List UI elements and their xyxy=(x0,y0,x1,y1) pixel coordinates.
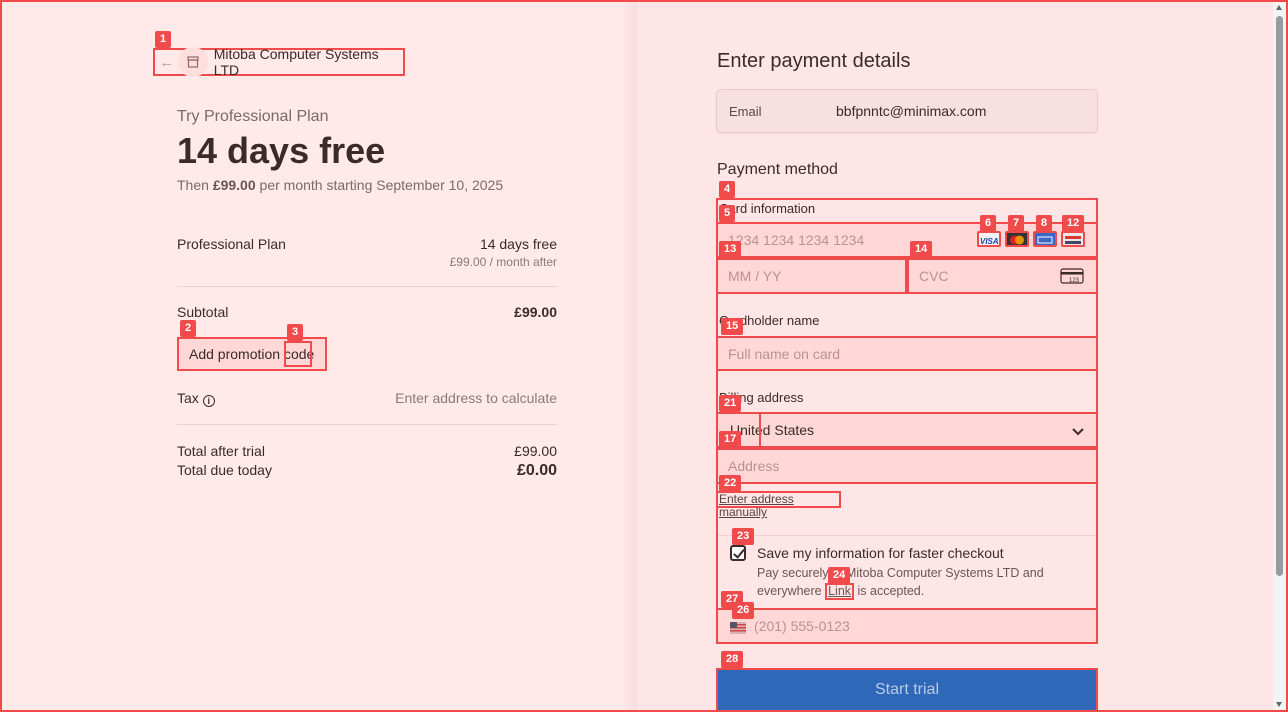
annotation-tag: 6 xyxy=(980,215,997,232)
annotation-tag: 24 xyxy=(828,567,851,584)
total-after-label: Total after trial xyxy=(177,443,265,459)
trial-then-text: Then £99.00 per month starting September… xyxy=(177,177,503,193)
payment-title: Enter payment details xyxy=(717,50,911,72)
plan-value: 14 days free xyxy=(479,236,557,252)
cvc-input[interactable]: CVC 123 xyxy=(907,258,1098,294)
expiry-placeholder: MM / YY xyxy=(728,268,782,284)
trial-headline: 14 days free xyxy=(177,130,386,171)
annotation-tag: 14 xyxy=(910,241,933,258)
cvc-card-icon: 123 xyxy=(1060,268,1084,287)
tax-label-wrap: Tax i xyxy=(177,390,215,407)
email-label: Email xyxy=(729,104,762,119)
annotation-tag: 22 xyxy=(719,475,742,492)
plan-name: Professional Plan xyxy=(177,236,286,252)
scrollbar[interactable] xyxy=(1273,2,1286,710)
total-after-value: £99.00 xyxy=(514,443,557,459)
trial-plan-label: Try Professional Plan xyxy=(177,108,329,125)
subtotal-label: Subtotal xyxy=(177,304,229,320)
save-desc-post: is accepted. xyxy=(857,584,925,598)
subtotal-value: £99.00 xyxy=(514,304,557,320)
chevron-down-icon xyxy=(1072,424,1084,440)
store-icon xyxy=(178,47,208,77)
promo-code-target[interactable] xyxy=(284,341,312,367)
visa-icon: VISA xyxy=(977,231,1001,247)
phone-placeholder: (201) 555-0123 xyxy=(754,618,850,634)
merchant-header[interactable]: ← Mitoba Computer Systems LTD xyxy=(153,46,405,78)
start-trial-button[interactable]: Start trial xyxy=(716,668,1098,712)
annotation-tag: 12 xyxy=(1062,215,1085,232)
expiry-input[interactable]: MM / YY xyxy=(716,258,907,294)
tax-label: Tax xyxy=(177,390,199,406)
annotation-tag: 3 xyxy=(287,324,304,341)
amex-icon xyxy=(1033,231,1057,247)
then-price: £99.00 xyxy=(212,177,256,193)
then-suffix: per month starting September 10, 2025 xyxy=(259,177,504,193)
us-flag-icon xyxy=(730,621,746,637)
annotation-tag: 4 xyxy=(719,181,736,198)
address-input[interactable]: Address xyxy=(716,448,1098,484)
mastercard-icon xyxy=(1005,231,1029,247)
save-desc-pre: everywhere xyxy=(757,584,822,598)
save-info-desc-2: everywhere Link is accepted. xyxy=(757,583,924,600)
card-brand-icon xyxy=(1061,231,1085,247)
annotation-tag: 26 xyxy=(732,602,755,619)
back-arrow-icon[interactable]: ← xyxy=(157,54,176,71)
save-info-checkbox[interactable] xyxy=(730,545,746,561)
start-trial-label: Start trial xyxy=(874,681,939,698)
card-number-placeholder: 1234 1234 1234 1234 xyxy=(728,232,865,248)
annotation-tag: 7 xyxy=(1008,215,1025,232)
annotation-tag: 23 xyxy=(732,528,755,545)
address-placeholder: Address xyxy=(728,458,780,474)
merchant-name: Mitoba Computer Systems LTD xyxy=(213,46,379,78)
scroll-down-icon[interactable] xyxy=(1276,702,1282,707)
svg-text:123: 123 xyxy=(1069,278,1080,284)
annotation-tag: 17 xyxy=(719,431,742,448)
scroll-up-icon[interactable] xyxy=(1276,5,1282,10)
tax-value: Enter address to calculate xyxy=(395,390,557,406)
annotation-tag: 1 xyxy=(155,31,172,48)
enter-address-manually-link[interactable]: Enter address manually xyxy=(716,491,841,519)
annotation-tag: 15 xyxy=(721,318,744,335)
divider xyxy=(718,535,1096,536)
save-info-title: Save my information for faster checkout xyxy=(757,545,1004,561)
annotation-tag: 5 xyxy=(719,205,736,222)
annotation-tag: 13 xyxy=(719,241,742,258)
svg-text:VISA: VISA xyxy=(980,237,999,246)
annotation-tag: 21 xyxy=(719,395,742,412)
plan-sub: £99.00 / month after xyxy=(449,255,557,269)
cardholder-input[interactable]: Full name on card xyxy=(716,336,1098,371)
payment-method-title: Payment method xyxy=(717,161,838,178)
save-info-desc-1: Pay securely at Mitoba Computer Systems … xyxy=(757,566,1044,580)
phone-input[interactable]: (201) 555-0123 xyxy=(716,608,1098,644)
annotation-tag: 2 xyxy=(180,320,197,337)
then-prefix: Then xyxy=(177,177,209,193)
due-today-value: £0.00 xyxy=(516,462,557,479)
scrollbar-thumb[interactable] xyxy=(1276,16,1283,576)
country-select[interactable]: United States xyxy=(716,412,1098,448)
due-today-label: Total due today xyxy=(177,462,272,478)
divider xyxy=(177,286,557,287)
cardholder-placeholder: Full name on card xyxy=(728,345,841,362)
email-field[interactable]: Email bbfpnntc@minimax.com xyxy=(716,89,1098,133)
cvc-placeholder: CVC xyxy=(919,268,949,284)
link-link[interactable]: Link xyxy=(825,583,855,600)
email-value: bbfpnntc@minimax.com xyxy=(836,103,987,119)
annotation-tag: 28 xyxy=(721,651,744,668)
info-icon[interactable]: i xyxy=(202,395,215,407)
divider xyxy=(177,424,557,425)
annotation-tag: 8 xyxy=(1036,215,1053,232)
